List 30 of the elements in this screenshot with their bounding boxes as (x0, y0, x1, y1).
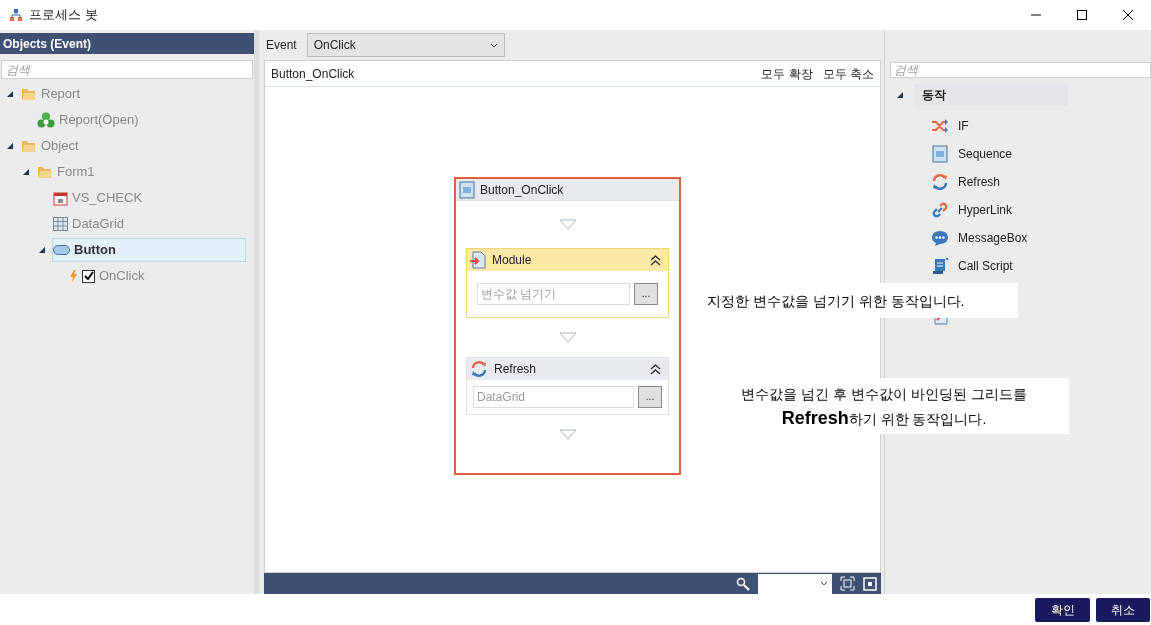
event-label: Event (266, 37, 297, 54)
palette-item[interactable]: MessageBox (958, 229, 1028, 247)
flow-title: Button_OnClick (480, 181, 564, 199)
canvas-title: Button_OnClick (271, 65, 356, 83)
palette-item[interactable]: HyperLink (958, 201, 1013, 219)
step-value-field[interactable]: DataGrid (473, 386, 634, 408)
step-title: Refresh (494, 361, 538, 378)
action-step[interactable]: Refresh DataGrid ... (466, 357, 669, 415)
tree-item[interactable]: Button (52, 238, 246, 262)
canvas-action-link[interactable]: 모두 축소 (822, 64, 874, 83)
callout-note: 변수값을 넘긴 후 변수값이 바인딩된 그리드를 Refresh하기 위한 동작입니다. (741, 384, 1027, 430)
palette-item[interactable]: IF (958, 117, 969, 135)
palette-item[interactable]: Call Script (958, 257, 1013, 275)
group-label[interactable]: 동작 (914, 84, 1068, 106)
search-field[interactable]: 검색 (890, 62, 1151, 78)
browse-button[interactable]: ... (638, 386, 662, 408)
browse-button[interactable]: ... (634, 283, 658, 305)
canvas-action-link[interactable]: 모두 확장 (761, 64, 813, 83)
search-field[interactable]: 검색 (1, 60, 253, 79)
palette-item[interactable]: Refresh (958, 173, 1001, 191)
panel-header: Objects (Event) (0, 33, 254, 54)
dialog-button[interactable]: 확인 (1035, 597, 1090, 622)
step-title: Module (492, 252, 533, 269)
action-step[interactable]: Module 변수값 넘기기 ... (466, 248, 669, 318)
callout-note: 지정한 변수값을 넘기기 위한 동작입니다. (707, 291, 965, 311)
palette-item[interactable]: Sequence (958, 145, 1013, 163)
window-title: 프로세스 봇 (29, 6, 98, 25)
step-value-field[interactable]: 변수값 넘기기 (477, 283, 630, 305)
event-dropdown[interactable]: OnClick (306, 33, 505, 57)
dialog-button[interactable]: 취소 (1096, 597, 1150, 622)
